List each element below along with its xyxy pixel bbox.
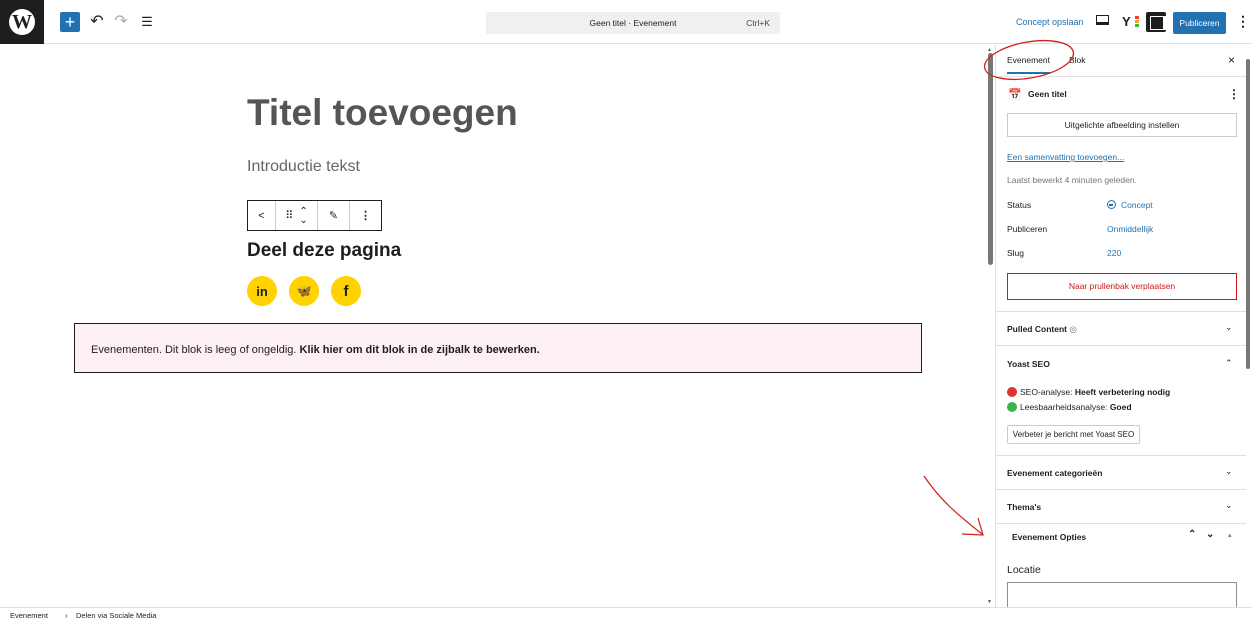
block-breadcrumb: Evenement › Delen via Sociale Media bbox=[0, 607, 1252, 621]
pulled-content-title: Pulled Content ◎ bbox=[1007, 324, 1077, 334]
breadcrumb-item-evenement[interactable]: Evenement bbox=[10, 611, 48, 620]
facebook-share-button[interactable]: f bbox=[331, 276, 361, 306]
add-block-button[interactable]: + bbox=[60, 12, 80, 32]
tab-blok[interactable]: Blok bbox=[1069, 55, 1086, 65]
block-mover: ⠿ ⌃ ⌄ bbox=[276, 201, 318, 230]
yoast-panel-title[interactable]: Yoast SEO bbox=[1007, 359, 1050, 369]
slug-label: Slug bbox=[1007, 248, 1025, 258]
breadcrumb-separator: › bbox=[65, 611, 68, 620]
move-to-trash-button[interactable]: Naar prullenbak verplaatsen bbox=[1007, 273, 1237, 300]
block-options-icon[interactable]: ⋮ bbox=[350, 201, 381, 230]
add-excerpt-link[interactable]: Een samenvatting toevoegen... bbox=[1007, 152, 1124, 162]
events-block-error[interactable]: Evenementen. Dit blok is leeg of ongeldi… bbox=[74, 323, 922, 373]
bluesky-share-button[interactable]: 🦋 bbox=[289, 276, 319, 306]
move-down-icon[interactable]: ⌄ bbox=[299, 215, 307, 225]
panel-themes[interactable]: Thema's ⌄ bbox=[996, 489, 1246, 523]
canvas-scroll-thumb[interactable] bbox=[988, 53, 993, 265]
publish-label: Publiceren bbox=[1007, 224, 1048, 234]
canvas-scrollbar[interactable]: ▲ ▼ bbox=[987, 45, 995, 607]
document-title: Geen titel · Evenement bbox=[589, 18, 677, 28]
calendar-icon: 📅 bbox=[1008, 89, 1022, 101]
wordpress-logo-button[interactable]: W bbox=[0, 0, 44, 44]
last-edited-text: Laatst bewerkt 4 minuten geleden. bbox=[1007, 175, 1137, 185]
move-arrows: ⌃ ⌄ bbox=[299, 206, 307, 225]
set-featured-image-button[interactable]: Uitgelichte afbeelding instellen bbox=[1007, 113, 1237, 137]
editor-canvas: Titel toevoegen Introductie tekst < ⠿ ⌃ … bbox=[0, 45, 993, 607]
wordpress-icon: W bbox=[9, 9, 35, 35]
breadcrumb-item-share[interactable]: Delen via Sociale Media bbox=[76, 611, 156, 620]
move-down-icon[interactable]: ⌄ bbox=[1206, 529, 1214, 540]
share-heading[interactable]: Deel deze pagina bbox=[247, 240, 401, 262]
chevron-up-icon[interactable]: ⌃ bbox=[1225, 358, 1233, 369]
list-view-icon[interactable]: ☰ bbox=[137, 10, 157, 34]
readability-analysis-line: Leesbaarheidsanalyse: Goed bbox=[1007, 402, 1132, 412]
chevron-down-icon[interactable]: ⌄ bbox=[1225, 500, 1233, 511]
redo-icon[interactable]: ↷ bbox=[111, 10, 131, 34]
linkedin-share-button[interactable]: in bbox=[247, 276, 277, 306]
improve-with-yoast-button[interactable]: Verbeter je bericht met Yoast SEO bbox=[1007, 425, 1140, 444]
yoast-letter: Y bbox=[1122, 14, 1131, 29]
shortcut-hint: Ctrl+K bbox=[746, 18, 770, 28]
readability-good-icon bbox=[1007, 402, 1017, 412]
panel-pulled-content[interactable]: Pulled Content ◎ ⌄ bbox=[996, 311, 1246, 345]
chevron-down-icon[interactable]: ⌄ bbox=[1225, 466, 1233, 477]
move-up-icon[interactable]: ⌃ bbox=[1188, 529, 1196, 540]
intro-text-block[interactable]: Introductie tekst bbox=[247, 158, 360, 176]
yoast-icon[interactable]: Y bbox=[1122, 14, 1139, 29]
share-block-icon[interactable]: < bbox=[248, 201, 276, 230]
panel-event-categories[interactable]: Evenement categorieën ⌄ bbox=[996, 455, 1246, 489]
scroll-down-arrow[interactable]: ▼ bbox=[987, 599, 992, 605]
undo-icon[interactable]: ↶ bbox=[87, 10, 107, 34]
sidebar-scrollbar[interactable] bbox=[1246, 45, 1252, 607]
settings-sidebar: Evenement Blok × 📅 Geen titel ⋮ Uitgelic… bbox=[995, 45, 1252, 607]
location-input[interactable] bbox=[1007, 582, 1237, 607]
event-options-title[interactable]: Evenement Opties bbox=[1012, 532, 1086, 542]
sidebar-tabs: Evenement Blok × bbox=[996, 45, 1246, 77]
location-label: Locatie bbox=[1007, 564, 1041, 576]
publish-button[interactable]: Publiceren bbox=[1173, 12, 1226, 34]
command-palette-button[interactable]: Geen titel · Evenement Ctrl+K bbox=[486, 12, 780, 34]
status-value-button[interactable]: Concept bbox=[1107, 200, 1153, 210]
tab-evenement[interactable]: Evenement bbox=[1007, 55, 1050, 74]
post-title-input[interactable]: Titel toevoegen bbox=[247, 92, 518, 134]
options-menu-icon[interactable]: ⋮ bbox=[1236, 13, 1250, 30]
close-icon[interactable]: × bbox=[1228, 53, 1235, 67]
yoast-score-dots bbox=[1135, 16, 1139, 27]
block-toolbar: < ⠿ ⌃ ⌄ ✎ ⋮ bbox=[247, 200, 382, 231]
draft-status-icon bbox=[1107, 200, 1116, 209]
chevron-down-icon[interactable]: ⌄ bbox=[1225, 322, 1233, 333]
seo-bad-icon bbox=[1007, 387, 1017, 397]
themes-title: Thema's bbox=[1007, 502, 1042, 512]
post-name: Geen titel bbox=[1028, 89, 1067, 99]
edit-in-sidebar-link[interactable]: Klik hier om dit blok in de zijbalk te b… bbox=[300, 344, 540, 356]
status-label: Status bbox=[1007, 200, 1032, 210]
event-categories-title: Evenement categorieën bbox=[1007, 468, 1103, 478]
sidebar-scroll-thumb[interactable] bbox=[1246, 59, 1250, 369]
settings-sidebar-toggle-icon[interactable] bbox=[1146, 12, 1168, 32]
publish-date-button[interactable]: Onmiddellijk bbox=[1107, 224, 1153, 234]
post-actions-icon[interactable]: ⋮ bbox=[1228, 87, 1240, 101]
preview-device-icon[interactable] bbox=[1096, 15, 1109, 25]
edit-pencil-icon[interactable]: ✎ bbox=[318, 201, 350, 230]
error-message: Evenementen. Dit blok is leeg of ongeldi… bbox=[91, 344, 540, 356]
collapse-toggle-icon[interactable]: ▴ bbox=[1228, 531, 1232, 539]
pulled-content-icon: ◎ bbox=[1069, 324, 1077, 334]
seo-analysis-line: SEO-analyse: Heeft verbetering nodig bbox=[1007, 387, 1170, 397]
editor-header: W + ↶ ↷ ☰ Geen titel · Evenement Ctrl+K … bbox=[0, 0, 1252, 44]
save-draft-button[interactable]: Concept opslaan bbox=[1016, 17, 1084, 27]
drag-handle-icon[interactable]: ⠿ bbox=[285, 209, 293, 222]
slug-value-button[interactable]: 220 bbox=[1107, 248, 1121, 258]
